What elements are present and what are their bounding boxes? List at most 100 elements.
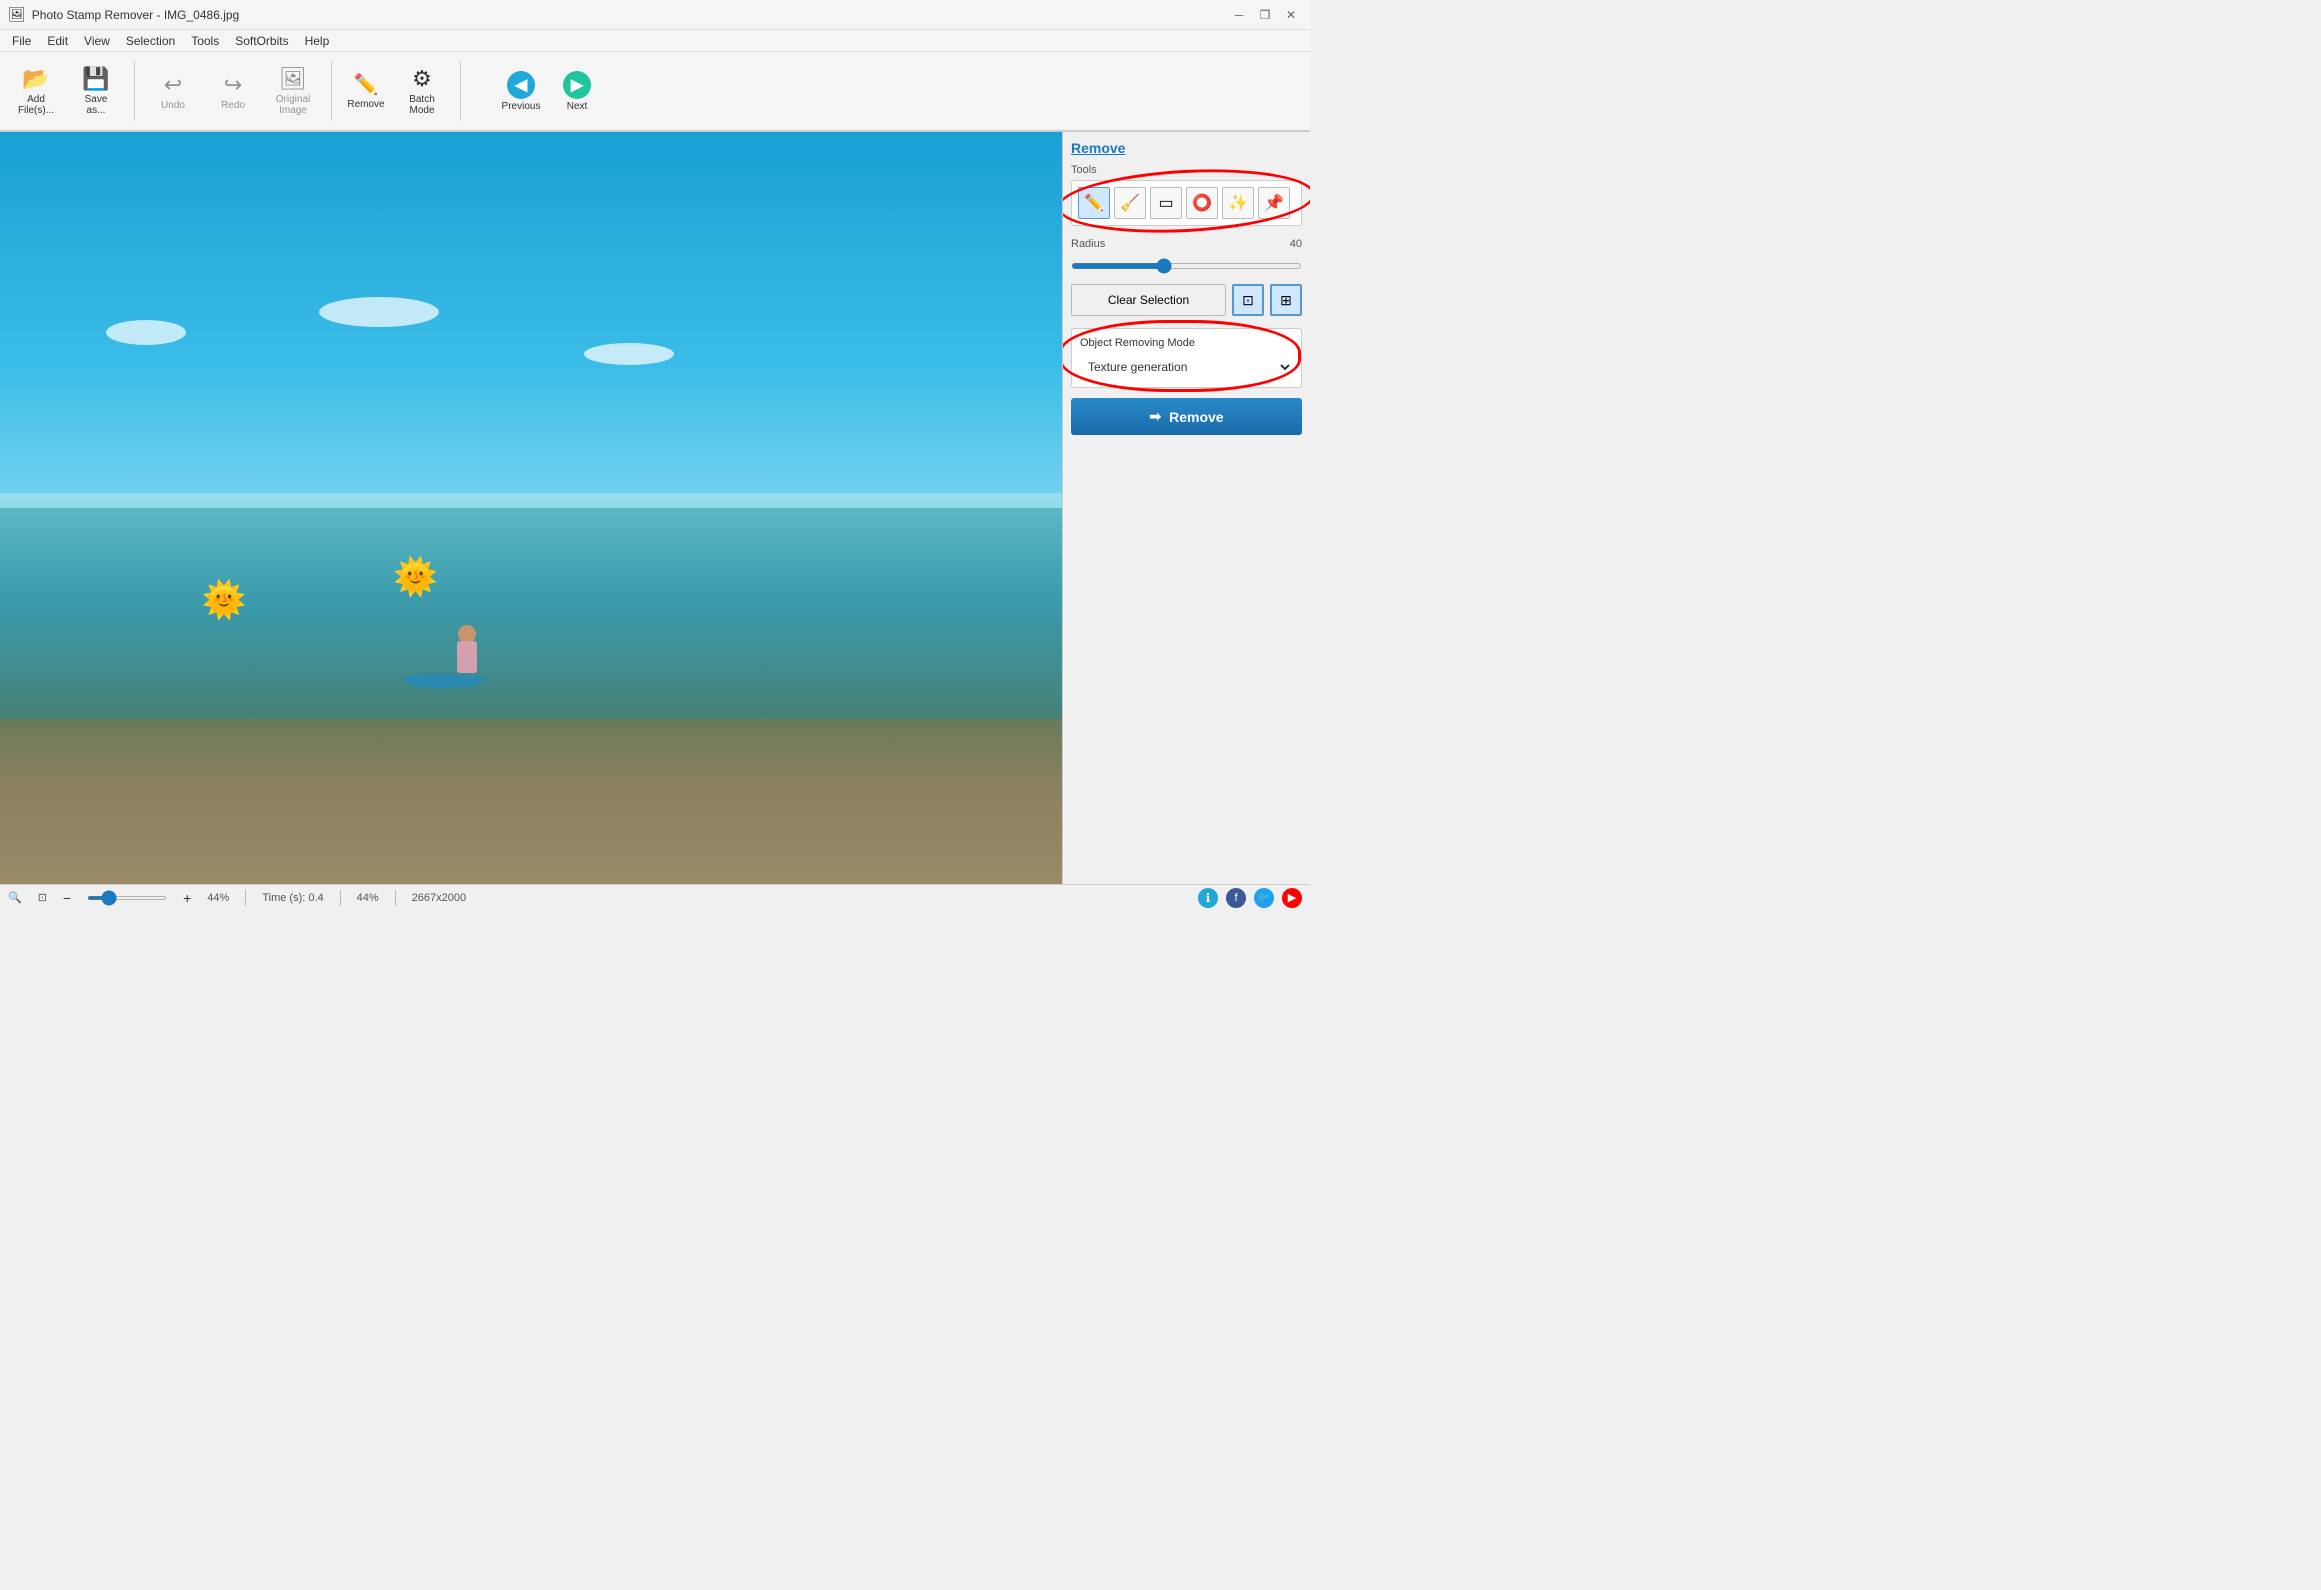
original-image-button[interactable]: 🖼 OriginalImage	[265, 57, 321, 125]
status-separator-1	[245, 890, 246, 906]
final-remove-button[interactable]: ➡ Remove	[1071, 398, 1302, 435]
batch-mode-label: BatchMode	[409, 94, 435, 116]
rect-select-tool[interactable]: ▭	[1150, 187, 1182, 219]
restore-button[interactable]: ❐	[1254, 4, 1276, 26]
select-mode-icon: ⊡	[38, 891, 47, 904]
minimize-button[interactable]: ─	[1228, 4, 1250, 26]
clear-selection-button[interactable]: Clear Selection	[1071, 284, 1226, 316]
brush-tool[interactable]: ✏️	[1078, 187, 1110, 219]
cloud-1	[106, 320, 186, 345]
menu-file[interactable]: File	[4, 32, 39, 50]
lasso-tool[interactable]: ⭕	[1186, 187, 1218, 219]
stamp-tool[interactable]: 📌	[1258, 187, 1290, 219]
remove-tool-icon: ✏️	[354, 72, 379, 97]
radius-label: Radius	[1071, 238, 1105, 250]
twitter-icon[interactable]: 🐦	[1254, 888, 1274, 908]
zoom-percent: 44%	[207, 892, 229, 904]
redo-label: Redo	[221, 100, 245, 111]
person-body	[457, 641, 477, 673]
undo-label: Undo	[161, 100, 185, 111]
next-icon: ▶	[563, 71, 591, 99]
radius-value: 40	[1290, 238, 1302, 250]
zoom-mode-icon: 🔍	[8, 891, 22, 904]
app-title: Photo Stamp Remover - IMG_0486.jpg	[32, 8, 1228, 22]
previous-icon: ◀	[507, 71, 535, 99]
mode-select[interactable]: Texture generation Content-aware fill Cl…	[1080, 355, 1293, 379]
menubar: File Edit View Selection Tools SoftOrbit…	[0, 30, 1310, 52]
menu-help[interactable]: Help	[297, 32, 338, 50]
menu-selection[interactable]: Selection	[118, 32, 183, 50]
remove-button-label: Remove	[1169, 409, 1223, 425]
info-icon[interactable]: ℹ	[1198, 888, 1218, 908]
sun-sticker-1: 🌞	[202, 579, 247, 621]
menu-edit[interactable]: Edit	[39, 32, 76, 50]
add-files-button[interactable]: 📂 AddFile(s)...	[8, 57, 64, 125]
toolbar-separator-2	[331, 61, 332, 121]
menu-softorbits[interactable]: SoftOrbits	[227, 32, 296, 50]
zoom-display-2: 44%	[357, 892, 379, 904]
add-files-label: AddFile(s)...	[18, 94, 54, 116]
right-panel: Remove Tools ✏️ 🧹 ▭ ⭕ ✨ 📌 Radius 40 Clea	[1062, 132, 1310, 884]
radius-slider[interactable]	[1071, 263, 1302, 269]
sun-sticker-2: 🌞	[393, 556, 438, 598]
time-display: Time (s): 0.4	[262, 892, 323, 904]
toolbar-separator-3	[460, 61, 461, 121]
original-image-label: OriginalImage	[276, 94, 310, 116]
undo-icon: ↩	[164, 72, 182, 98]
batch-mode-button[interactable]: ⚙ BatchMode	[394, 57, 450, 125]
add-files-icon: 📂	[22, 66, 49, 92]
eraser-tool[interactable]: 🧹	[1114, 187, 1146, 219]
tools-row: ✏️ 🧹 ▭ ⭕ ✨ 📌	[1071, 180, 1302, 226]
mode-section-label: Object Removing Mode	[1080, 337, 1293, 349]
mode-select-row: Texture generation Content-aware fill Cl…	[1080, 355, 1293, 379]
original-image-icon: 🖼	[279, 66, 307, 92]
person-on-board	[457, 625, 477, 673]
main-area: 🌞 🌞 Remove Tools ✏️ 🧹 ▭ ⭕ ✨ 📌 Radius 40	[0, 132, 1310, 884]
status-separator-2	[340, 890, 341, 906]
zoom-slider[interactable]	[87, 896, 167, 900]
mode-section: Object Removing Mode Texture generation …	[1071, 328, 1302, 388]
menu-view[interactable]: View	[76, 32, 118, 50]
redo-icon: ↪	[224, 72, 242, 98]
previous-nav[interactable]: ◀ Previous	[495, 57, 547, 125]
menu-tools[interactable]: Tools	[183, 32, 227, 50]
zoom-out-button[interactable]: −	[63, 890, 71, 906]
zoom-in-button[interactable]: +	[183, 890, 191, 906]
save-icon: 💾	[82, 66, 109, 92]
youtube-icon[interactable]: ▶	[1282, 888, 1302, 908]
sea	[0, 508, 1062, 749]
select-icon-btn-1[interactable]: ⊡	[1232, 284, 1264, 316]
window-controls: ─ ❐ ✕	[1228, 4, 1302, 26]
redo-button[interactable]: ↪ Redo	[205, 57, 261, 125]
beach-scene: 🌞 🌞	[0, 132, 1062, 884]
titlebar: 🖼 Photo Stamp Remover - IMG_0486.jpg ─ ❐…	[0, 0, 1310, 30]
panel-title: Remove	[1071, 140, 1302, 156]
tools-label: Tools	[1071, 164, 1302, 176]
toolbar-separator-1	[134, 61, 135, 121]
toolbar: 📂 AddFile(s)... 💾 Saveas... ↩ Undo ↪ Red…	[0, 52, 1310, 132]
cloud-3	[584, 343, 674, 365]
undo-button[interactable]: ↩ Undo	[145, 57, 201, 125]
image-dimensions: 2667x2000	[412, 892, 466, 904]
facebook-icon[interactable]: f	[1226, 888, 1246, 908]
save-as-label: Saveas...	[85, 94, 108, 116]
previous-label: Previous	[502, 101, 541, 112]
remove-button[interactable]: ✏️ Remove	[342, 57, 390, 125]
canvas-area[interactable]: 🌞 🌞	[0, 132, 1062, 884]
status-separator-3	[395, 890, 396, 906]
remove-label: Remove	[347, 99, 384, 110]
statusbar: 🔍 ⊡ − + 44% Time (s): 0.4 44% 2667x2000 …	[0, 884, 1310, 910]
batch-mode-icon: ⚙	[412, 66, 432, 92]
magic-wand-tool[interactable]: ✨	[1222, 187, 1254, 219]
radius-row: Radius 40	[1071, 238, 1302, 254]
next-nav[interactable]: ▶ Next	[551, 57, 603, 125]
app-icon: 🖼	[8, 6, 26, 23]
close-button[interactable]: ✕	[1280, 4, 1302, 26]
social-icons: ℹ f 🐦 ▶	[1198, 888, 1302, 908]
radius-slider-container	[1071, 258, 1302, 272]
save-as-button[interactable]: 💾 Saveas...	[68, 57, 124, 125]
clear-selection-row: Clear Selection ⊡ ⊞	[1071, 284, 1302, 316]
select-icon-btn-2[interactable]: ⊞	[1270, 284, 1302, 316]
remove-arrow-icon: ➡	[1149, 408, 1161, 425]
next-label: Next	[567, 101, 588, 112]
